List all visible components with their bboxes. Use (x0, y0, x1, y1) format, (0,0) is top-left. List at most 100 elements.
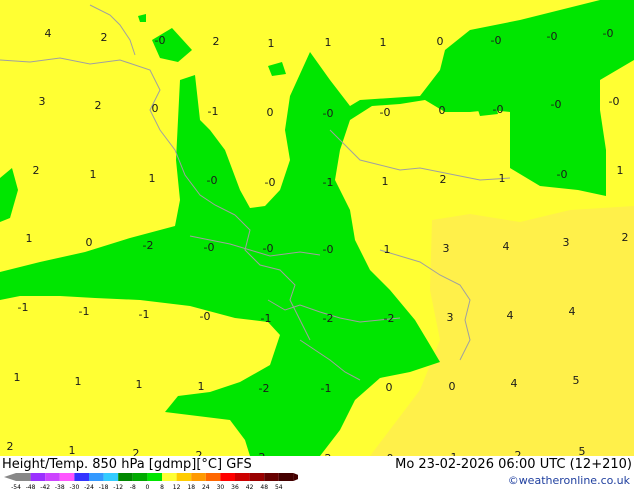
temperature-label: 0 (439, 104, 446, 117)
scale-tick-label: 18 (187, 484, 195, 490)
scale-tick-label: -12 (113, 484, 123, 490)
temperature-label: 2 (440, 173, 447, 186)
temperature-label: 1 (136, 378, 143, 391)
scale-right-arrow (293, 473, 298, 481)
scale-swatch (118, 473, 133, 481)
temperature-label: 1 (380, 36, 387, 49)
temperature-label: -2 (259, 382, 270, 395)
temperature-label: 4 (507, 309, 514, 322)
scale-left-arrow (4, 473, 16, 481)
temperature-label: -0 (323, 107, 334, 120)
temperature-label: -0 (323, 243, 334, 256)
temperature-label: 5 (573, 374, 580, 387)
temperature-label: 2 (196, 449, 203, 456)
temperature-label: 1 (149, 172, 156, 185)
temperature-label: -0 (557, 168, 568, 181)
forecast-datetime: Mo 23-02-2026 06:00 UTC (12+210) (395, 457, 632, 472)
temperature-label: -2 (323, 312, 334, 325)
scale-swatch (16, 473, 31, 481)
temperature-label: 1 (384, 243, 391, 256)
credit-link[interactable]: ©weatheronline.co.uk (508, 474, 630, 487)
temperature-label: -0 (204, 241, 215, 254)
scale-swatch (235, 473, 250, 481)
temperature-label: 1 (75, 375, 82, 388)
scale-swatch (220, 473, 235, 481)
scale-swatch (103, 473, 119, 481)
scale-tick-label: -42 (40, 484, 50, 490)
scale-swatch (147, 473, 162, 481)
temperature-label: 3 (39, 95, 46, 108)
temperature-label: -0 (155, 34, 166, 47)
temperature-label: 2 (101, 31, 108, 44)
temperature-label: 0 (386, 381, 393, 394)
temperature-label: -1 (79, 305, 90, 318)
temperature-label: 4 (45, 27, 52, 40)
scale-swatch (264, 473, 279, 481)
temperature-label: 1 (499, 172, 506, 185)
temperature-label: -0 (491, 34, 502, 47)
temperature-label: -1 (208, 105, 219, 118)
scale-swatch (30, 473, 46, 481)
scale-tick-label: -8 (130, 484, 136, 490)
scale-swatch (74, 473, 89, 481)
scale-tick-label: 42 (246, 484, 254, 490)
temperature-label: 3 (563, 236, 570, 249)
scale-tick-label: 0 (145, 484, 149, 490)
scale-tick-label: 36 (231, 484, 239, 490)
temperature-label: -1 (321, 382, 332, 395)
scale-swatch (59, 473, 75, 481)
temperature-label: 1 (14, 371, 21, 384)
map-title: Height/Temp. 850 hPa [gdmp][°C] GFS (2, 457, 252, 472)
scale-swatch (205, 473, 221, 481)
scale-swatch (278, 473, 294, 481)
temperature-label: -2 (384, 312, 395, 325)
temperature-map: 4 2 -0 2 1 1 1 0 -0 -0 -0 3 2 0 -1 0 -0 -0 0 -0 -0 -0 2 1 1 -0 -0 -… (0, 0, 634, 456)
color-scale: -54 -48 -42 -38 -30 -24 -18 -12 -8 0 8 12 18 24 30 36 42… (4, 473, 298, 490)
temperature-label: 1 (268, 37, 275, 50)
temperature-label: -1 (18, 301, 29, 314)
temperature-label: -0 (493, 103, 504, 116)
scale-tick-label: -54 (11, 484, 21, 490)
scale-swatch (162, 473, 177, 481)
temperature-label: -0 (200, 310, 211, 323)
temperature-label: 0 (267, 106, 274, 119)
temperature-label: -0 (207, 174, 218, 187)
temperature-label: 1 (26, 232, 33, 245)
temperature-label: 2 (33, 164, 40, 177)
temperature-label: -0 (551, 98, 562, 111)
temperature-label: 0 (152, 102, 159, 115)
scale-tick-label: -18 (99, 484, 109, 490)
temperature-label: 0 (86, 236, 93, 249)
scale-tick-label: -38 (55, 484, 65, 490)
temperature-label: -0 (603, 27, 614, 40)
temperature-label: 3 (447, 311, 454, 324)
temperature-label: 1 (617, 164, 624, 177)
temperature-label: 0 (449, 380, 456, 393)
scale-tick-label: -24 (84, 484, 94, 490)
temperature-label: -0 (265, 176, 276, 189)
temperature-label: -0 (547, 30, 558, 43)
temperature-label: -1 (323, 176, 334, 189)
scale-tick-label: 54 (275, 484, 283, 490)
temperature-label: 4 (503, 240, 510, 253)
temperature-label: 2 (133, 447, 140, 456)
scale-tick-label: 30 (217, 484, 225, 490)
temperature-label: 2 (213, 35, 220, 48)
temperature-label: 2 (95, 99, 102, 112)
temperature-label: -0 (609, 95, 620, 108)
map-stage: 4 2 -0 2 1 1 1 0 -0 -0 -0 3 2 0 -1 0 -0 -0 0 -0 -0 -0 2 1 1 -0 -0-… (0, 0, 634, 490)
scale-swatch (249, 473, 265, 481)
temperature-label: 2 (515, 449, 522, 456)
temperature-label: -1 (261, 312, 272, 325)
temperature-label: -2 (143, 239, 154, 252)
scale-tick-label: 24 (202, 484, 210, 490)
temperature-label: 4 (511, 377, 518, 390)
temperature-label: -0 (380, 106, 391, 119)
temperature-label: 1 (198, 380, 205, 393)
temperature-label: -1 (139, 308, 150, 321)
scale-swatch (191, 473, 206, 481)
temperature-label: 1 (90, 168, 97, 181)
scale-swatch (176, 473, 192, 481)
scale-tick-label: -48 (26, 484, 36, 490)
temperature-label: 1 (382, 175, 389, 188)
